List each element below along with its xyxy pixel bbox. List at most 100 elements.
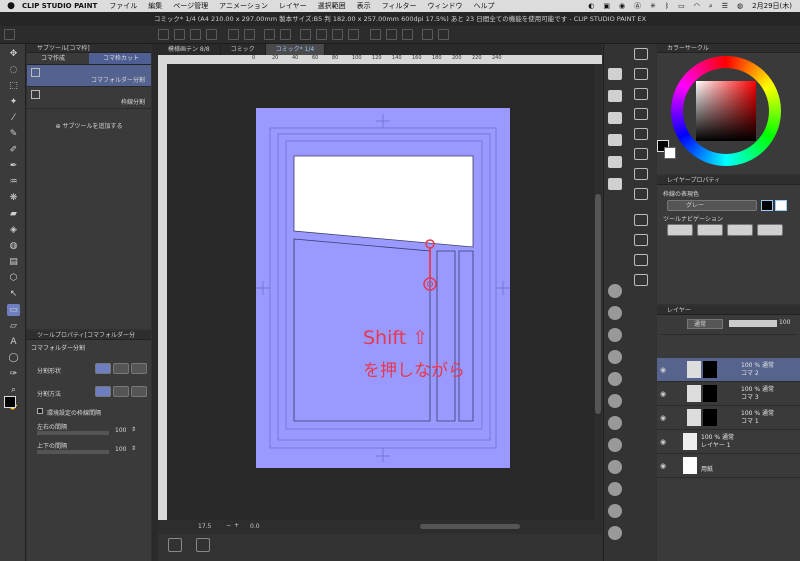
fill-tool-icon[interactable]: ◍ xyxy=(7,240,20,252)
frame-tool-icon[interactable]: ▭ xyxy=(7,304,20,316)
cmd-icon[interactable] xyxy=(158,29,169,40)
palette-icon[interactable] xyxy=(634,254,648,266)
tab-document[interactable]: 模様画テン 8/8 xyxy=(158,44,221,55)
cmd-icon[interactable] xyxy=(386,29,397,40)
battery-icon[interactable]: ▭ xyxy=(678,2,685,10)
vertical-scrollbar[interactable] xyxy=(594,64,602,520)
layer-row[interactable]: ◉ 用紙 xyxy=(657,454,800,478)
edge-color-select[interactable]: グレー xyxy=(667,200,757,211)
cmd-icon[interactable] xyxy=(348,29,359,40)
balloon-tool-icon[interactable]: ◯ xyxy=(7,352,20,364)
cmd-icon[interactable] xyxy=(190,29,201,40)
cmd-icon[interactable] xyxy=(300,29,311,40)
palette-icon[interactable] xyxy=(634,68,648,80)
dock-circle[interactable] xyxy=(608,372,622,386)
toolnav-button[interactable] xyxy=(757,224,783,236)
menu-window[interactable]: ウィンドウ xyxy=(428,1,463,11)
layer-row[interactable]: ◉ 100 % 通常 コマ 3 xyxy=(657,382,800,406)
manga-page[interactable]: Shift ⇧ を押しながら xyxy=(167,64,594,526)
dock-circle[interactable] xyxy=(608,416,622,430)
tab-create-frame[interactable]: コマ作成 xyxy=(27,53,89,64)
tab-document-active[interactable]: コミック* 1/4 xyxy=(265,44,326,55)
scroll-thumb[interactable] xyxy=(595,194,601,414)
cmd-icon[interactable] xyxy=(370,29,381,40)
subtool-item-line-split[interactable]: 枠線分割 xyxy=(27,87,151,109)
cmd-icon[interactable] xyxy=(316,29,327,40)
eyedropper-icon[interactable]: ⁄ xyxy=(7,112,20,124)
menu-page[interactable]: ページ管理 xyxy=(173,1,208,11)
edge-color-black[interactable] xyxy=(761,200,773,211)
blend-mode-select[interactable]: 通常 xyxy=(687,319,723,329)
tb-value[interactable]: 100 xyxy=(115,446,126,453)
status-icon[interactable]: ◐ xyxy=(588,2,594,10)
spinner-icon[interactable]: ⇕ xyxy=(131,426,136,433)
menu-selection[interactable]: 選択範囲 xyxy=(318,1,346,11)
toolnav-button[interactable] xyxy=(697,224,723,236)
dock-button[interactable] xyxy=(608,112,622,124)
palette-icon[interactable] xyxy=(634,274,648,286)
menu-help[interactable]: ヘルプ xyxy=(474,1,495,11)
move-tool-icon[interactable]: ✥ xyxy=(7,48,20,60)
cmd-icon[interactable] xyxy=(402,29,413,40)
navigator-button[interactable] xyxy=(168,538,182,552)
cmd-icon[interactable] xyxy=(422,29,433,40)
env-checkbox[interactable] xyxy=(37,408,43,414)
correction-tool-icon[interactable]: ✑ xyxy=(7,368,20,380)
eye-icon[interactable]: ◉ xyxy=(660,414,666,422)
status-icon[interactable]: ◉ xyxy=(619,2,625,10)
airbrush-icon[interactable]: ♒ xyxy=(7,176,20,188)
blend-tool-icon[interactable]: ◈ xyxy=(7,224,20,236)
wifi-icon[interactable]: ◠ xyxy=(694,2,700,10)
saturation-square[interactable] xyxy=(696,81,756,141)
dock-circle[interactable] xyxy=(608,438,622,452)
shape-curve-button[interactable] xyxy=(131,363,147,374)
edge-color-white[interactable] xyxy=(775,200,787,211)
panel-frame-top[interactable] xyxy=(293,155,474,248)
menu-file[interactable]: ファイル xyxy=(109,1,137,11)
ruler-tool-icon[interactable]: ▱ xyxy=(7,320,20,332)
dock-button[interactable] xyxy=(608,178,622,190)
layer-row[interactable]: ◉ 100 % 通常 コマ 1 xyxy=(657,406,800,430)
dock-button[interactable] xyxy=(608,90,622,102)
dock-circle[interactable] xyxy=(608,482,622,496)
method-button[interactable] xyxy=(131,386,147,397)
decoration-icon[interactable]: ❋ xyxy=(7,192,20,204)
operation-tool-icon[interactable]: ↖ xyxy=(7,288,20,300)
pen-tool-icon[interactable]: ✎ xyxy=(7,128,20,140)
canvas[interactable]: Shift ⇧ を押しながら xyxy=(167,64,594,526)
palette-icon[interactable] xyxy=(634,148,648,160)
lr-slider[interactable] xyxy=(37,431,109,435)
cmd-icon[interactable] xyxy=(206,29,217,40)
menu-filter[interactable]: フィルター xyxy=(382,1,417,11)
eye-icon[interactable]: ◉ xyxy=(660,390,666,398)
app-name[interactable]: CLIP STUDIO PAINT xyxy=(22,2,97,10)
palette-icon[interactable] xyxy=(634,128,648,140)
method-button[interactable] xyxy=(95,386,111,397)
spinner-icon[interactable]: ⇕ xyxy=(131,445,136,452)
clock[interactable]: 2月29日(木) xyxy=(752,1,792,11)
sub-color-swatch[interactable] xyxy=(664,147,676,159)
control-center-icon[interactable]: ☰ xyxy=(722,2,728,10)
eye-icon[interactable]: ◉ xyxy=(660,438,666,446)
siri-icon[interactable]: ◍ xyxy=(737,2,743,10)
angle-value[interactable]: 0.0 xyxy=(250,523,260,530)
pencil-tool-icon[interactable]: ✐ xyxy=(7,144,20,156)
status-icon[interactable]: ▣ xyxy=(603,2,610,10)
zoom-tool-icon[interactable]: ⌕ xyxy=(7,384,20,396)
palette-icon[interactable] xyxy=(634,88,648,100)
settings-button[interactable] xyxy=(196,538,210,552)
palette-icon[interactable] xyxy=(634,188,648,200)
lasso-tool-icon[interactable]: ◌ xyxy=(7,64,20,76)
shape-polyline-button[interactable] xyxy=(113,363,129,374)
app-icon[interactable] xyxy=(4,29,15,40)
add-subtool-button[interactable]: ⊕ サブツールを追加する xyxy=(27,121,151,130)
menu-view[interactable]: 表示 xyxy=(357,1,371,11)
tab-cut-frame[interactable]: コマ枠カット xyxy=(89,53,151,64)
tb-slider[interactable] xyxy=(37,450,109,454)
apple-icon[interactable]: ● xyxy=(0,1,22,11)
subtool-item-folder-split[interactable]: コマフォルダー分割 xyxy=(27,65,151,87)
dock-button[interactable] xyxy=(608,68,622,80)
zoom-value[interactable]: 17.5 xyxy=(198,523,211,530)
dock-circle[interactable] xyxy=(608,504,622,518)
method-button[interactable] xyxy=(113,386,129,397)
